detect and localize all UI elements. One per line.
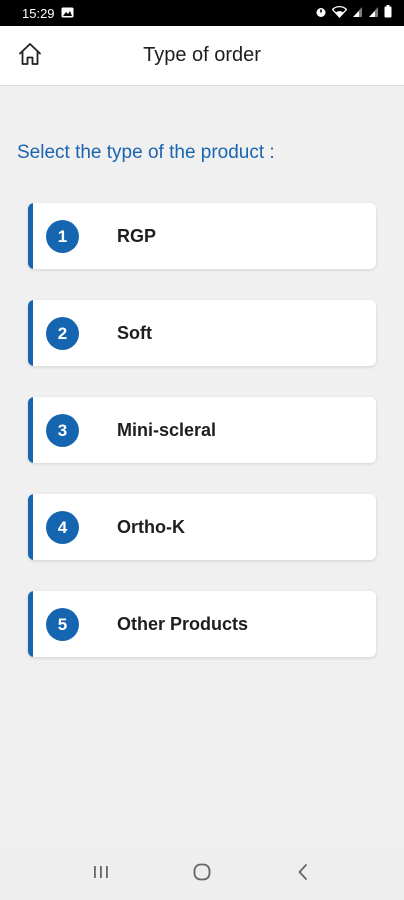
option-number-badge: 4 [46, 511, 79, 544]
alarm-icon [315, 6, 327, 21]
option-other-products[interactable]: 5 Other Products [28, 591, 376, 657]
product-type-list: 1 RGP 2 Soft 3 Mini-scleral 4 Ortho-K 5 … [28, 203, 376, 688]
option-number-badge: 1 [46, 220, 79, 253]
back-icon [296, 863, 310, 886]
home-circle-icon [192, 862, 212, 887]
option-number-badge: 5 [46, 608, 79, 641]
system-home-button[interactable] [182, 854, 222, 894]
system-nav-bar [0, 848, 404, 900]
option-label: Soft [117, 323, 152, 343]
option-label: Other Products [117, 614, 249, 634]
option-soft[interactable]: 2 Soft [28, 300, 376, 366]
back-button[interactable] [283, 854, 323, 894]
recent-apps-button[interactable] [81, 854, 121, 894]
option-label: Ortho-K [117, 517, 185, 537]
status-time: 15:29 [22, 5, 55, 21]
section-prompt: Select the type of the product : [17, 142, 275, 163]
status-bar: 15:29 [0, 0, 404, 26]
page-title: Type of order [143, 44, 261, 66]
option-number-badge: 2 [46, 317, 79, 350]
option-rgp[interactable]: 1 RGP [28, 203, 376, 269]
option-number-badge: 3 [46, 414, 79, 447]
battery-icon [384, 5, 392, 21]
image-icon [61, 6, 74, 21]
option-label: RGP [117, 226, 157, 246]
option-ortho-k[interactable]: 4 Ortho-K [28, 494, 376, 560]
signal-icon [352, 6, 363, 21]
option-label: Mini-scleral [117, 420, 217, 440]
app-bar: Type of order [0, 26, 404, 86]
recent-apps-icon [92, 864, 110, 885]
signal-icon [368, 6, 379, 21]
wifi-icon [331, 5, 348, 21]
option-mini-scleral[interactable]: 3 Mini-scleral [28, 397, 376, 463]
